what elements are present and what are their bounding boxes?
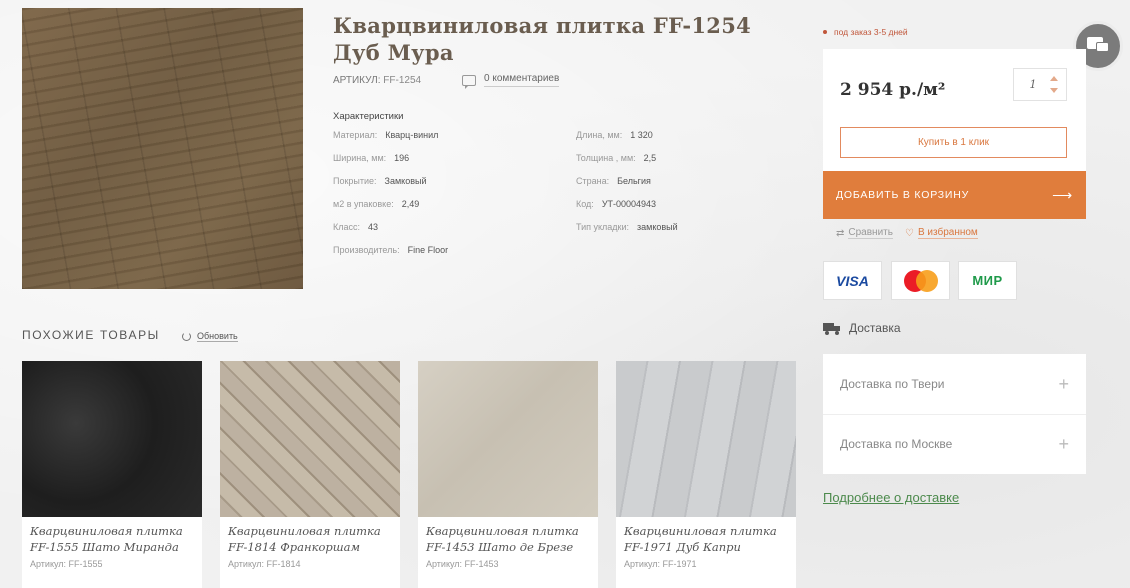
add-to-cart-button[interactable]: ДОБАВИТЬ В КОРЗИНУ ⟶ bbox=[823, 171, 1086, 219]
order-status-text: под заказ 3-5 дней bbox=[834, 27, 908, 37]
delivery-tver-row[interactable]: Доставка по Твери + bbox=[823, 354, 1086, 414]
char-value: 2,49 bbox=[401, 199, 420, 209]
product-sku: АРТИКУЛ: FF-1254 bbox=[333, 75, 421, 86]
characteristic-row: м2 в упаковке: 2,49 bbox=[333, 199, 419, 209]
mir-text: МИР bbox=[972, 273, 1003, 288]
compare-link[interactable]: ⇄ Сравнить bbox=[836, 227, 893, 239]
visa-text: VISA bbox=[836, 272, 869, 289]
comment-icon bbox=[462, 74, 476, 89]
char-label: Производитель: bbox=[333, 245, 400, 255]
refresh-icon bbox=[182, 332, 191, 341]
product-card-name[interactable]: Кварцвиниловая плитка FF-1555 Шато Миран… bbox=[22, 517, 202, 555]
plus-icon[interactable]: + bbox=[1058, 374, 1069, 395]
compare-icon: ⇄ bbox=[836, 227, 845, 239]
characteristic-row: Класс: 43 bbox=[333, 222, 378, 232]
favorite-label: В избранном bbox=[917, 227, 978, 239]
characteristic-row: Материал: Кварц-винил bbox=[333, 130, 438, 140]
compare-label: Сравнить bbox=[848, 227, 893, 239]
char-label: Толщина , мм: bbox=[576, 153, 636, 163]
sku-label: АРТИКУЛ: bbox=[333, 75, 381, 86]
char-value: 2,5 bbox=[643, 153, 657, 163]
char-value: Бельгия bbox=[617, 176, 651, 186]
characteristic-row: Производитель: Fine Floor bbox=[333, 245, 448, 255]
buy-one-click-button[interactable]: Купить в 1 клик bbox=[840, 127, 1067, 158]
char-label: Тип укладки: bbox=[576, 222, 630, 232]
product-card-image[interactable] bbox=[616, 361, 796, 517]
price: 2 954 р./м² bbox=[840, 80, 946, 100]
mastercard-icon bbox=[903, 269, 938, 292]
product-card[interactable]: Кварцвиниловая плитка FF-1453 Шато де Бр… bbox=[418, 361, 598, 588]
char-value: 196 bbox=[394, 153, 410, 163]
arrow-right-icon: ⟶ bbox=[1052, 186, 1073, 203]
characteristic-row: Тип укладки: замковый bbox=[576, 222, 678, 232]
decrement-icon[interactable] bbox=[1050, 88, 1058, 93]
heart-icon: ♡ bbox=[905, 227, 914, 239]
status-dot-icon bbox=[823, 30, 827, 34]
product-card[interactable]: Кварцвиниловая плитка FF-1971 Дуб Капри … bbox=[616, 361, 796, 588]
product-card-name[interactable]: Кварцвиниловая плитка FF-1814 Франкоршам bbox=[220, 517, 400, 555]
chat-icon bbox=[1087, 37, 1109, 55]
char-value: Замковый bbox=[384, 176, 427, 186]
order-status: под заказ 3-5 дней bbox=[823, 27, 908, 37]
delivery-moscow-row[interactable]: Доставка по Москве + bbox=[823, 414, 1086, 474]
characteristic-row: Код: УТ-00004943 bbox=[576, 199, 656, 209]
product-card-image[interactable] bbox=[418, 361, 598, 517]
characteristic-row: Страна: Бельгия bbox=[576, 176, 651, 186]
quantity-stepper[interactable] bbox=[1013, 68, 1067, 101]
char-label: Длина, мм: bbox=[576, 130, 623, 140]
characteristic-row: Толщина , мм: 2,5 bbox=[576, 153, 656, 163]
product-card-name[interactable]: Кварцвиниловая плитка FF-1971 Дуб Капри bbox=[616, 517, 796, 555]
add-to-cart-label: ДОБАВИТЬ В КОРЗИНУ bbox=[836, 189, 970, 201]
refresh-button[interactable]: Обновить bbox=[182, 331, 238, 342]
plus-icon[interactable]: + bbox=[1058, 434, 1069, 455]
characteristic-row: Длина, мм: 1 320 bbox=[576, 130, 653, 140]
product-card-sku: Артикул: FF-1971 bbox=[624, 559, 697, 569]
delivery-title: Доставка bbox=[823, 321, 901, 335]
char-label: Ширина, мм: bbox=[333, 153, 387, 163]
mastercard-logo bbox=[891, 261, 950, 300]
product-card[interactable]: Кварцвиниловая плитка FF-1814 Франкоршам… bbox=[220, 361, 400, 588]
product-card-sku: Артикул: FF-1453 bbox=[426, 559, 499, 569]
characteristics-title: Характеристики bbox=[333, 111, 404, 122]
product-card-image[interactable] bbox=[22, 361, 202, 517]
char-value: 43 bbox=[368, 222, 379, 232]
product-main-image[interactable] bbox=[22, 8, 303, 289]
mir-logo: МИР bbox=[958, 261, 1017, 300]
delivery-row-label: Доставка по Твери bbox=[840, 377, 945, 391]
char-value: Fine Floor bbox=[407, 245, 449, 255]
increment-icon[interactable] bbox=[1050, 76, 1058, 81]
char-label: Материал: bbox=[333, 130, 378, 140]
sku-value: FF-1254 bbox=[383, 75, 422, 86]
product-card-image[interactable] bbox=[220, 361, 400, 517]
product-title: Кварцвиниловая плитка FF-1254 Дуб Мура bbox=[333, 13, 752, 65]
product-card-sku: Артикул: FF-1814 bbox=[228, 559, 301, 569]
delivery-title-label: Доставка bbox=[849, 321, 901, 335]
char-value: УТ-00004943 bbox=[601, 199, 657, 209]
char-label: Класс: bbox=[333, 222, 360, 232]
visa-logo: VISA bbox=[823, 261, 882, 300]
char-label: Покрытие: bbox=[333, 176, 377, 186]
char-value: 1 320 bbox=[630, 130, 653, 140]
truck-icon bbox=[823, 322, 840, 335]
favorite-link[interactable]: ♡ В избранном bbox=[905, 227, 978, 239]
product-card-sku: Артикул: FF-1555 bbox=[30, 559, 103, 569]
char-value: замковый bbox=[637, 222, 678, 232]
comments-label: 0 комментариев bbox=[484, 73, 560, 87]
refresh-label: Обновить bbox=[197, 331, 238, 342]
char-value: Кварц-винил bbox=[385, 130, 439, 140]
comments-link[interactable]: 0 комментариев bbox=[462, 73, 560, 89]
characteristic-row: Покрытие: Замковый bbox=[333, 176, 427, 186]
char-label: Страна: bbox=[576, 176, 610, 186]
char-label: Код: bbox=[576, 199, 594, 209]
product-card-name[interactable]: Кварцвиниловая плитка FF-1453 Шато де Бр… bbox=[418, 517, 598, 555]
product-card[interactable]: Кварцвиниловая плитка FF-1555 Шато Миран… bbox=[22, 361, 202, 588]
delivery-row-label: Доставка по Москве bbox=[840, 437, 953, 451]
delivery-accordion: Доставка по Твери + Доставка по Москве + bbox=[823, 354, 1086, 474]
characteristic-row: Ширина, мм: 196 bbox=[333, 153, 409, 163]
delivery-more-link[interactable]: Подробнее о доставке bbox=[823, 490, 959, 505]
char-label: м2 в упаковке: bbox=[333, 199, 394, 209]
quantity-input[interactable] bbox=[1014, 69, 1052, 100]
similar-products-title: ПОХОЖИЕ ТОВАРЫ bbox=[22, 328, 160, 342]
